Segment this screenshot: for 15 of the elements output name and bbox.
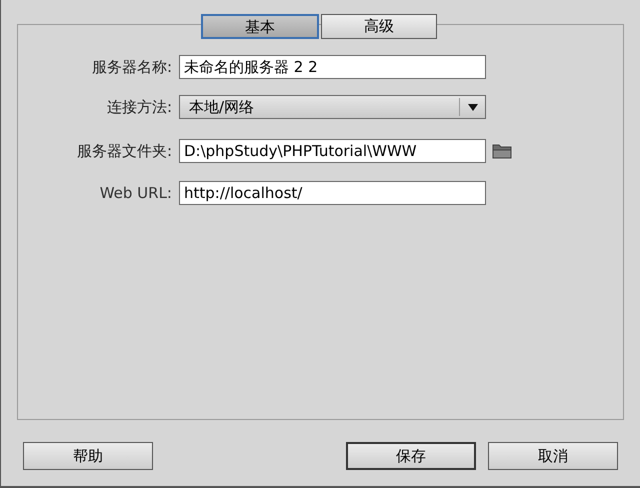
- dialog-button[interactable]: 保存: [346, 442, 476, 470]
- dropdown-arrow-icon: [468, 104, 478, 110]
- folder-icon[interactable]: [492, 143, 512, 159]
- input-field[interactable]: 未命名的服务器 2 2: [179, 55, 486, 79]
- input-field[interactable]: D:\phpStudy\PHPTutorial\WWW: [179, 139, 486, 163]
- field-label: Web URL:: [98, 182, 173, 204]
- dialog-button[interactable]: 取消: [488, 442, 618, 470]
- dropdown[interactable]: 本地/网络: [179, 95, 486, 119]
- input-field[interactable]: http://localhost/: [179, 181, 486, 205]
- field-label: 服务器名称:: [90, 56, 173, 78]
- field-label: 连接方法:: [106, 96, 173, 118]
- field-label: 服务器文件夹:: [76, 140, 173, 162]
- tab[interactable]: 高级: [321, 14, 437, 39]
- dialog-button[interactable]: 帮助: [23, 442, 153, 470]
- tab[interactable]: 基本: [201, 14, 319, 39]
